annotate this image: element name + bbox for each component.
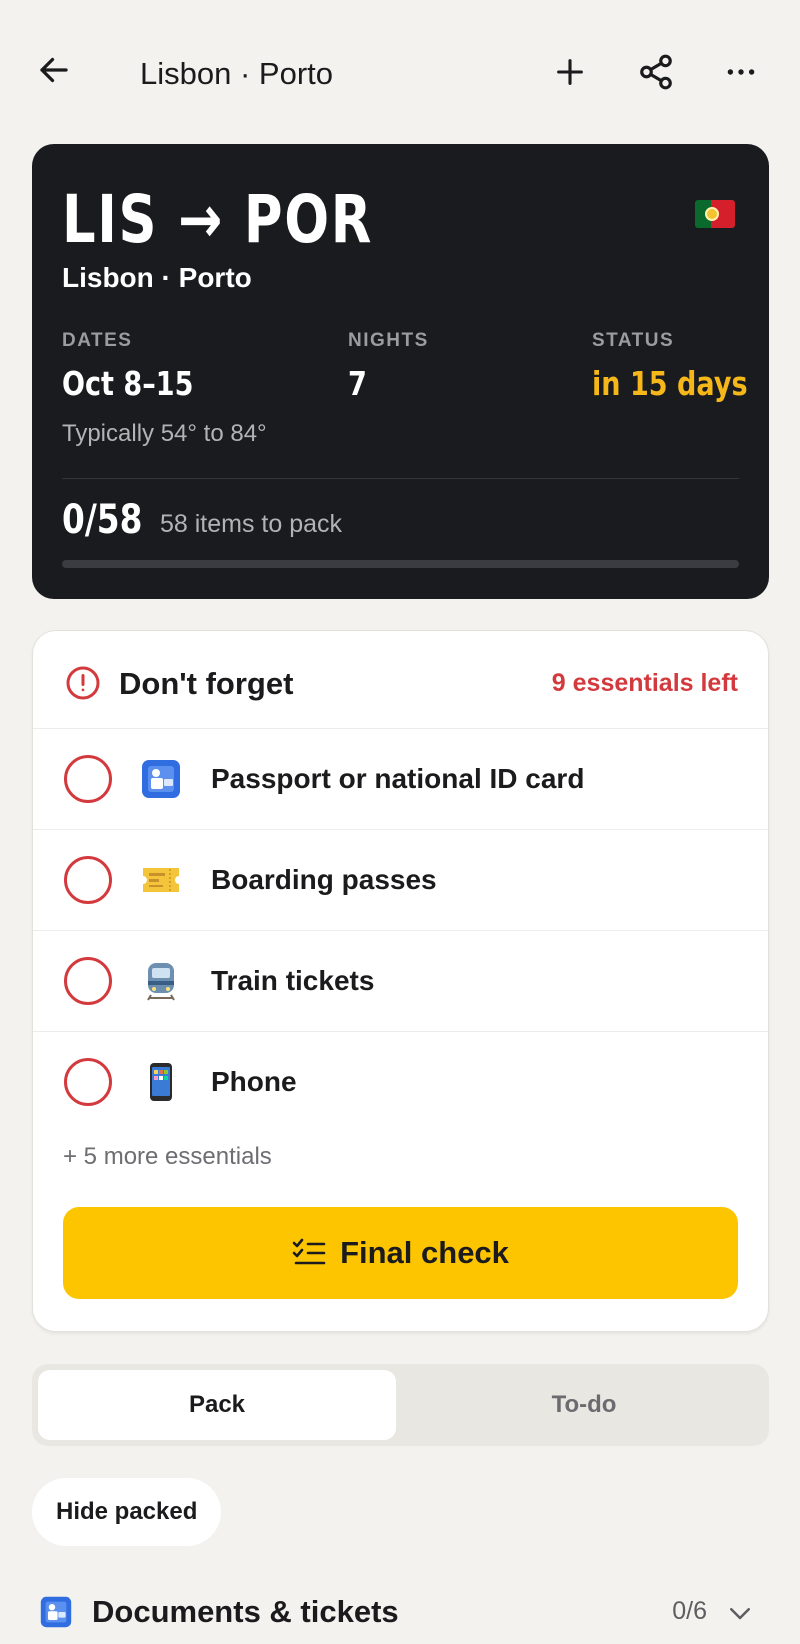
more-horizontal-icon (727, 69, 755, 75)
back-button[interactable] (34, 50, 74, 90)
essential-item-boarding-passes[interactable]: Boarding passes (33, 830, 768, 931)
alert-circle-icon (66, 666, 100, 700)
status-label: STATUS (592, 330, 675, 351)
page-title: Lisbon · Porto (140, 56, 333, 91)
nights-label: NIGHTS (348, 330, 429, 351)
item-label: Passport or national ID card (211, 763, 585, 794)
top-app-bar: Lisbon · Porto (0, 0, 800, 146)
divider (62, 478, 739, 479)
weather-summary: Typically 54° to 84° (62, 420, 267, 447)
essentials-remaining: 9 essentials left (551, 669, 738, 697)
essential-item-train-tickets[interactable]: Train tickets (33, 931, 768, 1032)
mobile-phone-icon (141, 1062, 181, 1102)
route-code: LIS → POR (62, 181, 373, 258)
more-essentials-link[interactable]: + 5 more essentials (63, 1143, 272, 1171)
ticket-icon (141, 860, 181, 900)
passport-control-icon (40, 1596, 72, 1628)
checklist-icon (292, 1238, 326, 1265)
more-options-button[interactable] (719, 50, 763, 94)
trip-subtitle: Lisbon · Porto (62, 262, 252, 293)
plus-icon (557, 59, 583, 85)
share-icon (640, 54, 672, 90)
portugal-flag-icon (695, 200, 735, 228)
section-title: Documents & tickets (92, 1594, 399, 1629)
passport-control-icon (141, 759, 181, 799)
tab-pack[interactable]: Pack (38, 1370, 396, 1440)
essential-item-phone[interactable]: Phone (33, 1032, 768, 1133)
item-label: Boarding passes (211, 864, 437, 895)
item-checkbox[interactable] (64, 856, 112, 904)
packed-count-label: 58 items to pack (160, 510, 343, 538)
status-value: in 15 days (592, 364, 748, 403)
arrow-left-icon (40, 57, 68, 83)
view-tabs: Pack To-do (32, 1364, 769, 1446)
dates-label: DATES (62, 330, 133, 351)
dates-value: Oct 8–15 (62, 364, 194, 403)
essentials-title: Don't forget (119, 666, 294, 701)
essentials-card: Don't forget 9 essentials left Passport … (32, 630, 769, 1332)
item-label: Phone (211, 1066, 297, 1097)
share-button[interactable] (634, 50, 678, 94)
item-checkbox[interactable] (64, 755, 112, 803)
section-documents-tickets[interactable]: Documents & tickets 0/6 (32, 1584, 769, 1644)
final-check-button[interactable]: Final check (63, 1207, 738, 1299)
item-label: Train tickets (211, 965, 375, 996)
add-button[interactable] (548, 50, 592, 94)
packed-count: 0/58 (62, 497, 143, 543)
hide-packed-toggle[interactable]: Hide packed (32, 1478, 222, 1546)
tab-todo[interactable]: To-do (405, 1370, 763, 1440)
chevron-down-icon[interactable] (725, 1598, 755, 1628)
section-count: 0/6 (672, 1597, 707, 1625)
nights-value: 7 (348, 364, 367, 403)
item-checkbox[interactable] (64, 1058, 112, 1106)
trip-summary-card: LIS → POR Lisbon · Porto DATES Oct 8–15 … (32, 144, 769, 599)
final-check-label: Final check (340, 1235, 509, 1270)
essential-item-passport[interactable]: Passport or national ID card (33, 729, 768, 830)
train-icon (141, 961, 181, 1001)
packing-progress-bar (62, 560, 739, 568)
item-checkbox[interactable] (64, 957, 112, 1005)
essentials-header: Don't forget 9 essentials left (33, 631, 768, 729)
